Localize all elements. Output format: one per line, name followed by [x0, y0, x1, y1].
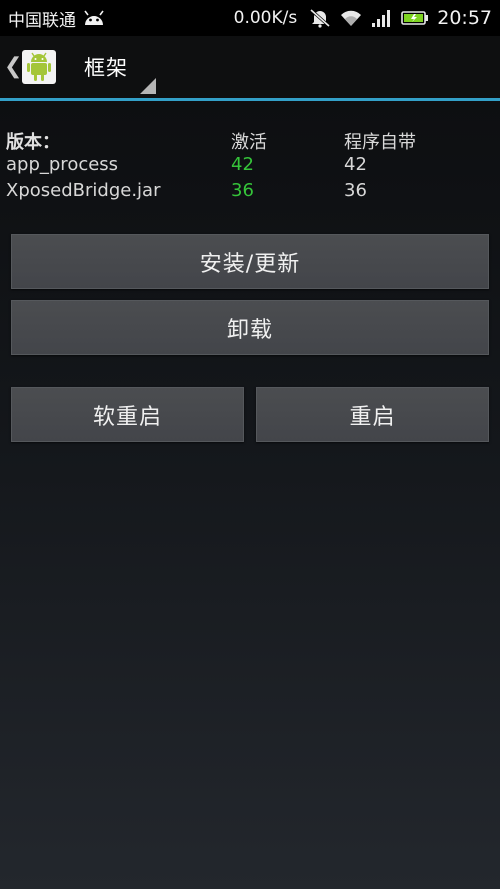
- install-update-button[interactable]: 安装/更新: [11, 234, 489, 289]
- android-notification-icon: [82, 9, 106, 27]
- version-table: 版本： 激活 程序自带 app_process 42 42 XposedBrid…: [6, 128, 496, 206]
- active-version: 36: [231, 180, 254, 201]
- status-right: 0.00K/s 20:57: [234, 7, 500, 29]
- version-table-header: 版本： 激活 程序自带: [6, 128, 496, 154]
- component-name: XposedBridge.jar: [6, 180, 161, 201]
- screen: 中国联通 0.00K/s 20:57 ❮ 框架 版本： 激活 程序自带 app_…: [0, 0, 500, 889]
- action-bar-divider: [0, 98, 500, 101]
- status-bar: 中国联通 0.00K/s 20:57: [0, 0, 500, 36]
- signal-icon: [371, 8, 393, 28]
- bundled-version: 42: [344, 154, 367, 175]
- soft-reboot-button[interactable]: 软重启: [11, 387, 244, 442]
- active-column-header: 激活: [231, 132, 267, 153]
- battery-icon: [401, 10, 429, 26]
- bundled-column-header: 程序自带: [344, 132, 416, 153]
- carrier-name: 中国联通: [8, 10, 76, 31]
- network-speed: 0.00K/s: [233, 8, 298, 28]
- active-version: 42: [231, 154, 254, 175]
- android-robot-icon[interactable]: [22, 50, 56, 84]
- reboot-button[interactable]: 重启: [256, 387, 489, 442]
- spinner-dropdown-indicator-icon[interactable]: [140, 78, 156, 94]
- wifi-icon: [339, 8, 363, 28]
- mute-icon: [309, 8, 331, 28]
- status-left: 中国联通: [0, 6, 106, 31]
- component-name: app_process: [6, 154, 119, 175]
- bundled-version: 36: [344, 180, 367, 201]
- version-label: 版本：: [6, 132, 60, 153]
- action-bar[interactable]: ❮ 框架: [0, 36, 500, 98]
- clock: 20:57: [437, 7, 492, 29]
- table-row: app_process 42 42: [6, 154, 496, 180]
- uninstall-button[interactable]: 卸载: [11, 300, 489, 355]
- table-row: XposedBridge.jar 36 36: [6, 180, 496, 206]
- page-title[interactable]: 框架: [84, 52, 128, 82]
- back-chevron-icon[interactable]: ❮: [4, 56, 22, 78]
